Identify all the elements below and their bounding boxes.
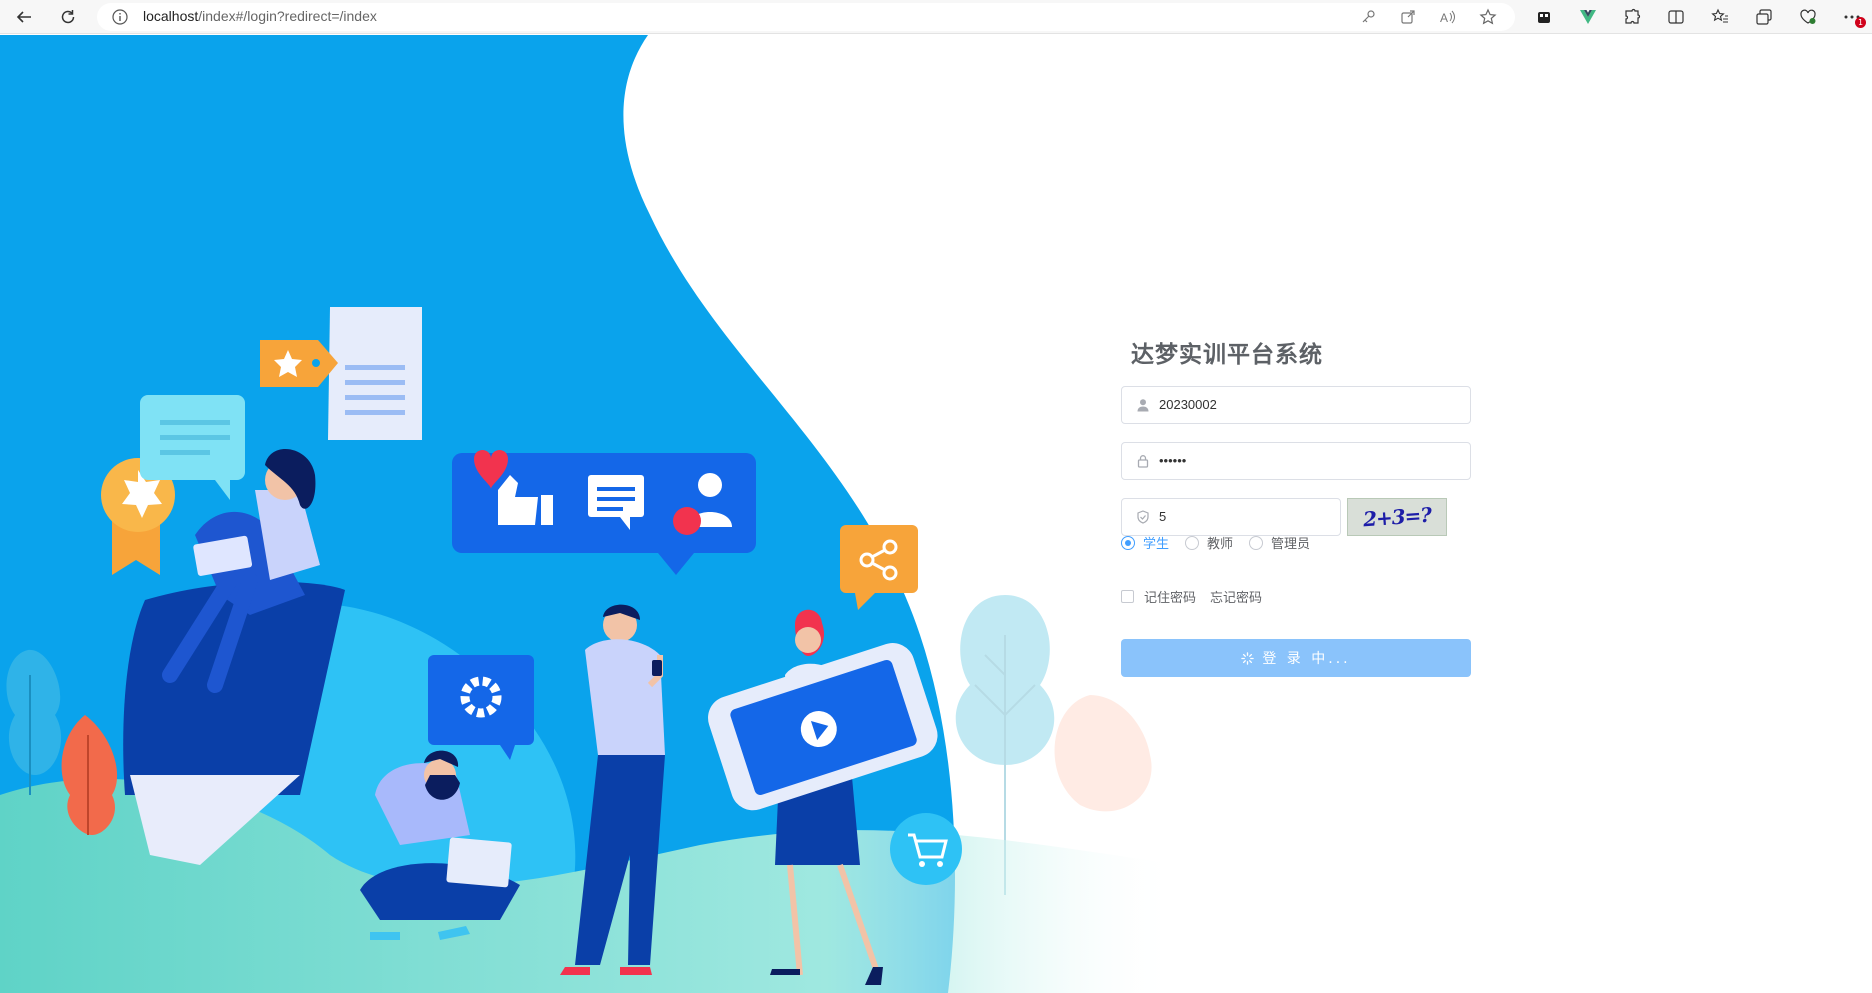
role-radio-admin[interactable]: 管理员 bbox=[1249, 533, 1310, 552]
refresh-button[interactable] bbox=[54, 4, 82, 30]
url-path: /index#/login?redirect=/index bbox=[198, 8, 377, 24]
read-aloud-icon[interactable]: A bbox=[1435, 7, 1461, 27]
radio-dot[interactable] bbox=[1121, 535, 1135, 550]
browser-toolbar: localhost/index#/login?redirect=/index A… bbox=[0, 0, 1872, 34]
role-label-admin: 管理员 bbox=[1271, 537, 1311, 552]
svg-text:A: A bbox=[1440, 11, 1448, 25]
cart-bubble bbox=[890, 813, 962, 885]
arrow-left-icon bbox=[16, 11, 31, 23]
favorites-icon[interactable] bbox=[1704, 4, 1736, 30]
login-button-label: 登 录 中... bbox=[1262, 651, 1351, 667]
remember-row: 记住密码 忘记密码 bbox=[1121, 587, 1262, 606]
back-button[interactable] bbox=[10, 4, 38, 30]
browser-essentials-icon[interactable] bbox=[1792, 4, 1824, 30]
address-bar[interactable]: localhost/index#/login?redirect=/index A bbox=[97, 3, 1515, 31]
settings-more-button[interactable]: 1 bbox=[1836, 4, 1868, 30]
forgot-password-link[interactable]: 忘记密码 bbox=[1210, 587, 1262, 606]
favorite-star-icon[interactable] bbox=[1475, 7, 1501, 27]
loading-spinner-icon bbox=[1241, 651, 1255, 665]
lock-icon bbox=[1137, 455, 1149, 468]
login-page: 达梦实训平台系统 20230002 •••••• 5 2+3=? 学生 教师 管… bbox=[0, 35, 1872, 993]
url-host: localhost bbox=[143, 8, 199, 24]
role-radio-group: 学生 教师 管理员 bbox=[1121, 533, 1310, 552]
captcha-image-text: 2+3=? bbox=[1362, 502, 1432, 532]
remember-password-checkbox[interactable] bbox=[1121, 590, 1134, 603]
password-value: •••••• bbox=[1159, 453, 1187, 468]
captcha-value: 5 bbox=[1159, 509, 1167, 524]
page-title: 达梦实训平台系统 bbox=[1131, 342, 1323, 368]
captcha-image[interactable]: 2+3=? bbox=[1347, 498, 1447, 536]
extensions-puzzle-icon[interactable] bbox=[1616, 4, 1648, 30]
extension-tab-icon[interactable] bbox=[1528, 4, 1560, 30]
username-value: 20230002 bbox=[1159, 397, 1217, 412]
collections-icon[interactable] bbox=[1748, 4, 1780, 30]
role-label-student: 学生 bbox=[1143, 537, 1170, 552]
role-label-teacher: 教师 bbox=[1207, 537, 1234, 552]
username-input[interactable]: 20230002 bbox=[1121, 386, 1471, 424]
captcha-input[interactable]: 5 bbox=[1121, 498, 1341, 536]
split-screen-icon[interactable] bbox=[1660, 4, 1692, 30]
login-button[interactable]: 登 录 中... bbox=[1121, 639, 1471, 677]
url-text[interactable]: localhost/index#/login?redirect=/index bbox=[143, 8, 377, 24]
notification-badge: 1 bbox=[1855, 17, 1866, 28]
open-in-app-icon[interactable] bbox=[1395, 7, 1421, 27]
pale-tree-faded bbox=[1054, 695, 1152, 812]
radio-dot[interactable] bbox=[1185, 535, 1200, 550]
gear-bubble bbox=[428, 655, 534, 760]
role-radio-teacher[interactable]: 教师 bbox=[1185, 533, 1233, 552]
refresh-icon bbox=[61, 10, 75, 24]
remember-password-label[interactable]: 记住密码 bbox=[1144, 587, 1196, 606]
radio-dot[interactable] bbox=[1249, 535, 1264, 550]
role-radio-student[interactable]: 学生 bbox=[1121, 533, 1169, 552]
shield-check-icon bbox=[1137, 510, 1149, 524]
vue-devtools-icon[interactable] bbox=[1572, 4, 1604, 30]
hero-illustration bbox=[0, 35, 1180, 993]
password-input[interactable]: •••••• bbox=[1121, 442, 1471, 480]
user-icon bbox=[1137, 399, 1149, 412]
info-icon[interactable] bbox=[111, 8, 129, 26]
key-icon[interactable] bbox=[1355, 7, 1381, 27]
